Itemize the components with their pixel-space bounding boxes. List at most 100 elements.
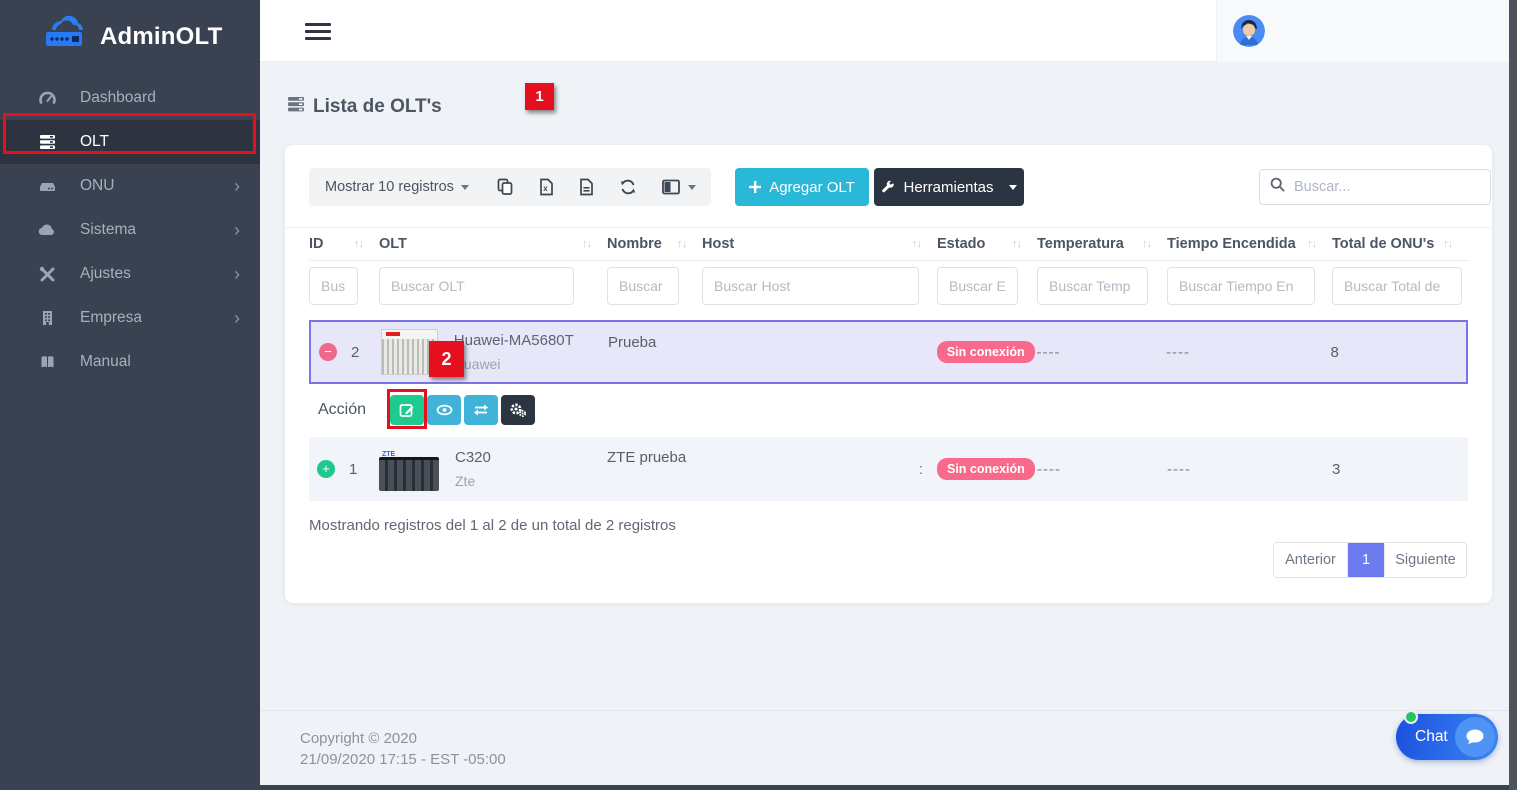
chat-widget-button[interactable]: Chat xyxy=(1396,714,1498,760)
column-header-total-onus[interactable]: Total de ONU's↑↓ xyxy=(1332,228,1468,260)
exchange-arrows-icon xyxy=(473,403,489,417)
sidebar-item-label: Sistema xyxy=(80,221,136,239)
excel-export-icon[interactable]: x xyxy=(539,178,554,196)
table-row-zte[interactable]: + 1 C320 Zte ZTE prueba : Sin conexión -… xyxy=(285,437,1492,501)
edit-olt-button[interactable] xyxy=(390,395,424,425)
column-header-temperatura[interactable]: Temperatura↑↓ xyxy=(1037,228,1167,260)
filter-id-input[interactable] xyxy=(309,267,358,305)
show-entries-select[interactable]: Mostrar 10 registros xyxy=(325,179,454,195)
server-icon xyxy=(36,133,58,151)
cloud-icon xyxy=(36,221,58,239)
sidebar-item-dashboard[interactable]: Dashboard xyxy=(0,76,260,120)
column-header-host[interactable]: Host↑↓ xyxy=(702,228,937,260)
sidebar-item-label: ONU xyxy=(80,177,114,195)
gears-icon xyxy=(509,402,527,418)
sidebar-item-label: Dashboard xyxy=(80,89,156,107)
sidebar-item-label: Ajustes xyxy=(80,265,131,283)
sidebar: AdminOLT Dashboard OLT ONU › Sistema xyxy=(0,0,260,790)
footer-datetime: 21/09/2020 17:15 - EST -05:00 xyxy=(300,749,1509,770)
row-host: : xyxy=(702,461,937,478)
sort-icon: ↑↓ xyxy=(354,238,363,250)
filter-tiempo-input[interactable] xyxy=(1167,267,1315,305)
table-header: ID↑↓ OLT↑↓ Nombre↑↓ Host↑↓ Estado↑↓ Temp… xyxy=(285,227,1492,261)
footer: Copyright © 2020 21/09/2020 17:15 - EST … xyxy=(260,710,1509,785)
table-search xyxy=(1259,169,1491,205)
transfer-olt-button[interactable] xyxy=(464,395,498,425)
tools-dropdown-button[interactable]: Herramientas xyxy=(874,168,1024,206)
sort-icon: ↑↓ xyxy=(1012,238,1021,250)
sort-icon: ↑↓ xyxy=(912,238,921,250)
column-header-id[interactable]: ID↑↓ xyxy=(309,228,379,260)
olt-name-stack: Huawei-MA5680T Huawei xyxy=(454,332,574,372)
sidebar-item-onu[interactable]: ONU › xyxy=(0,164,260,208)
horizontal-scrollbar[interactable] xyxy=(260,785,1509,790)
column-header-tiempo[interactable]: Tiempo Encendida↑↓ xyxy=(1167,228,1332,260)
pagination: Anterior 1 Siguiente xyxy=(1273,542,1467,578)
view-olt-button[interactable] xyxy=(427,395,461,425)
column-header-estado[interactable]: Estado↑↓ xyxy=(937,228,1037,260)
filter-olt-input[interactable] xyxy=(379,267,574,305)
pencil-square-icon xyxy=(399,402,415,418)
server-icon xyxy=(287,96,305,118)
online-status-dot xyxy=(1404,710,1418,724)
app-logo[interactable]: AdminOLT xyxy=(0,0,260,70)
tools-icon xyxy=(36,265,58,283)
search-input[interactable] xyxy=(1294,179,1480,195)
page-title: Lista de OLT's xyxy=(313,96,442,118)
sidebar-item-sistema[interactable]: Sistema › xyxy=(0,208,260,252)
expand-row-icon[interactable]: + xyxy=(317,460,335,478)
settings-olt-button[interactable] xyxy=(501,395,535,425)
olt-device-image xyxy=(379,457,439,491)
row-nombre: Prueba xyxy=(608,334,703,351)
topbar-user-area xyxy=(1216,0,1509,62)
vertical-scrollbar[interactable] xyxy=(1509,0,1517,790)
pagination-page-1[interactable]: 1 xyxy=(1348,543,1384,577)
chevron-right-icon: › xyxy=(234,220,240,241)
file-export-icon[interactable] xyxy=(579,178,594,196)
app-title: AdminOLT xyxy=(100,23,222,51)
copy-icon[interactable] xyxy=(497,178,514,196)
filter-estado-input[interactable] xyxy=(937,267,1018,305)
collapse-row-icon[interactable]: − xyxy=(319,343,337,361)
row-id: 2 xyxy=(351,344,359,361)
column-visibility-icon[interactable] xyxy=(662,179,696,195)
sidebar-item-label: OLT xyxy=(80,133,109,151)
column-header-nombre[interactable]: Nombre↑↓ xyxy=(607,228,702,260)
chat-bubble-icon xyxy=(1455,717,1495,757)
refresh-icon[interactable] xyxy=(619,178,637,196)
annotation-step-2: 2 xyxy=(429,341,464,377)
topbar xyxy=(260,0,1509,62)
row-temperatura: ---- xyxy=(1037,344,1167,361)
sort-icon: ↑↓ xyxy=(582,238,591,250)
filter-host-input[interactable] xyxy=(702,267,919,305)
copyright-text: Copyright © 2020 xyxy=(300,728,1509,749)
filter-nombre-input[interactable] xyxy=(607,267,679,305)
chevron-right-icon: › xyxy=(234,176,240,197)
pagination-prev-button[interactable]: Anterior xyxy=(1274,543,1348,577)
row-tiempo: ---- xyxy=(1167,461,1332,478)
sidebar-item-olt[interactable]: OLT xyxy=(0,120,260,164)
sidebar-item-label: Manual xyxy=(80,353,131,371)
column-header-olt[interactable]: OLT↑↓ xyxy=(379,228,607,260)
gauge-icon xyxy=(36,89,58,107)
row-temperatura: ---- xyxy=(1037,461,1167,478)
status-badge: Sin conexión xyxy=(937,458,1035,480)
table-row-huawei[interactable]: − 2 Huawei-MA5680T Huawei Prueba Sin con… xyxy=(285,320,1492,384)
pagination-next-button[interactable]: Siguiente xyxy=(1384,543,1466,577)
sidebar-item-manual[interactable]: Manual xyxy=(0,340,260,384)
table-filter-row xyxy=(285,267,1492,305)
user-avatar[interactable] xyxy=(1233,15,1265,47)
hamburger-menu-icon[interactable] xyxy=(305,23,331,44)
filter-temperatura-input[interactable] xyxy=(1037,267,1148,305)
sidebar-item-label: Empresa xyxy=(80,309,142,327)
add-olt-button[interactable]: Agregar OLT xyxy=(735,168,869,206)
table-length-bar: Mostrar 10 registros x xyxy=(309,168,711,206)
annotation-step-1: 1 xyxy=(525,83,554,110)
sidebar-item-ajustes[interactable]: Ajustes › xyxy=(0,252,260,296)
action-label: Acción xyxy=(318,401,390,419)
caret-down-icon xyxy=(688,185,696,190)
sidebar-nav: Dashboard OLT ONU › Sistema › Aj xyxy=(0,76,260,384)
row-id: 1 xyxy=(349,461,357,478)
sidebar-item-empresa[interactable]: Empresa › xyxy=(0,296,260,340)
filter-total-input[interactable] xyxy=(1332,267,1462,305)
